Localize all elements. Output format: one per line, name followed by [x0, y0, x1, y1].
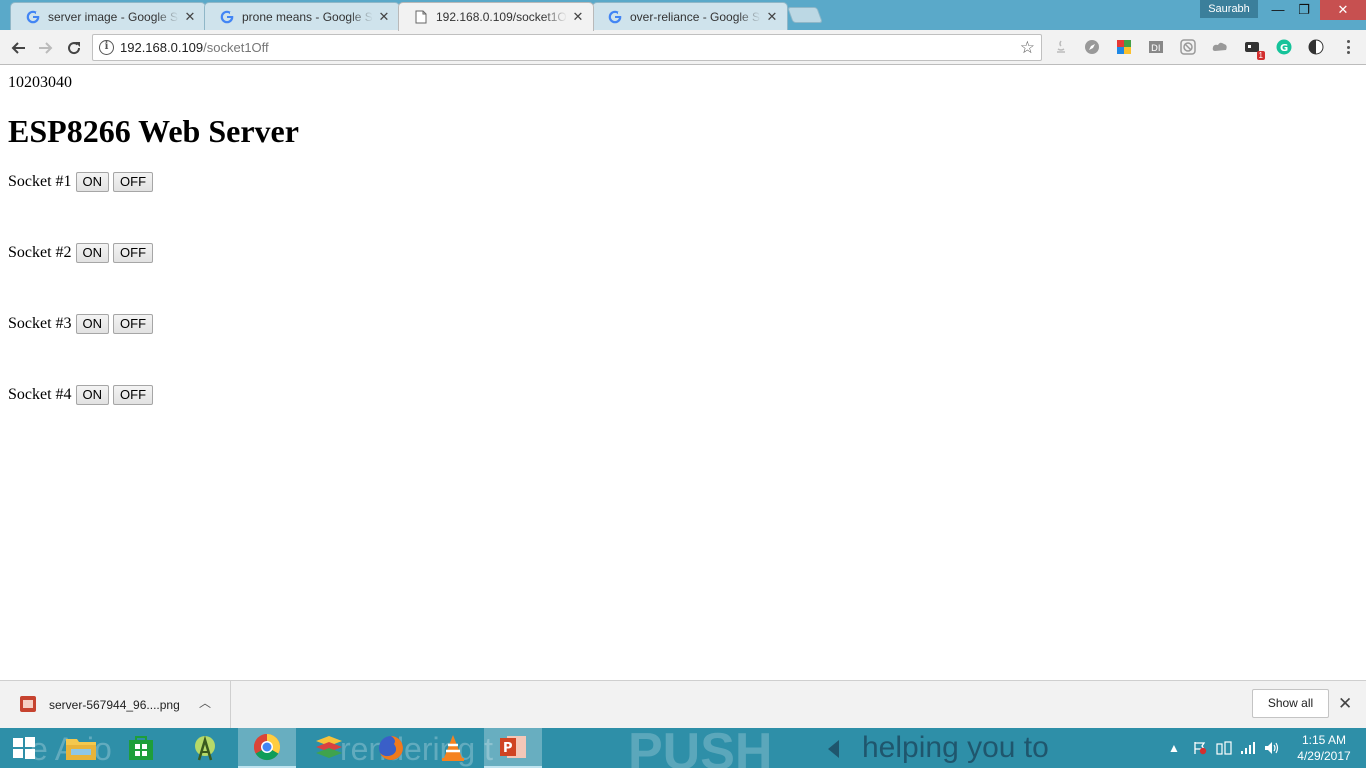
action-center-flag-icon[interactable]: [1190, 728, 1210, 768]
volume-icon[interactable]: [1262, 728, 1282, 768]
wallpaper-arrow: [828, 740, 839, 758]
address-bar[interactable]: i 192.168.0.109/socket1Off ☆: [92, 34, 1042, 61]
socket-row: Socket #2 ON OFF: [8, 242, 157, 264]
tiles-extension-icon[interactable]: [1115, 38, 1133, 56]
taskbar-clock[interactable]: 1:15 AM 4/29/2017: [1292, 732, 1356, 764]
download-shelf: server-567944_96....png ︿ Show all ✕: [0, 680, 1366, 728]
powerpoint-icon[interactable]: P: [484, 728, 542, 768]
download-item[interactable]: server-567944_96....png ︿: [0, 681, 231, 728]
store-icon[interactable]: [112, 728, 170, 768]
url-text[interactable]: 192.168.0.109/socket1Off: [120, 40, 269, 55]
image-file-icon: [20, 696, 36, 712]
new-tab-button[interactable]: [787, 7, 823, 23]
socket-1-on-button[interactable]: ON: [75, 172, 110, 192]
socket-row: Socket #4 ON OFF: [8, 384, 157, 406]
contrast-extension-icon[interactable]: [1307, 38, 1325, 56]
java-extension-icon[interactable]: [1052, 38, 1070, 56]
socket-label: Socket #4: [8, 386, 72, 403]
info-icon[interactable]: i: [99, 40, 114, 55]
vlc-icon[interactable]: [424, 728, 482, 768]
google-g-icon: [25, 9, 41, 25]
tab-over-reliance[interactable]: over-reliance - Google Se ✕: [592, 2, 788, 30]
chrome-menu-icon[interactable]: [1342, 39, 1354, 55]
chevron-up-icon[interactable]: ︿: [199, 694, 211, 711]
socket-4-on-button[interactable]: ON: [75, 385, 110, 405]
tab-label: over-reliance - Google Se: [630, 9, 761, 24]
browser-toolbar: i 192.168.0.109/socket1Off ☆ DI 1 G: [0, 30, 1366, 65]
profile-button[interactable]: Saurabh: [1200, 0, 1258, 18]
restore-icon[interactable]: ❐: [1290, 0, 1318, 20]
dark-reader-extension-icon[interactable]: DI: [1147, 38, 1165, 56]
svg-text:DI: DI: [1151, 44, 1161, 54]
minimize-icon[interactable]: —: [1264, 0, 1292, 20]
socket-2-on-button[interactable]: ON: [75, 243, 110, 263]
socket-3-off-button[interactable]: OFF: [113, 314, 154, 334]
socket-2-off-button[interactable]: OFF: [113, 243, 154, 263]
wallpaper-text: PUSH: [628, 728, 773, 768]
tab-server-image[interactable]: server image - Google Se ✕: [10, 2, 206, 30]
show-all-button[interactable]: Show all: [1252, 689, 1329, 718]
chrome-icon[interactable]: [238, 728, 296, 768]
tab-close-icon[interactable]: ✕: [765, 9, 779, 24]
tab-close-icon[interactable]: ✕: [571, 10, 585, 24]
tray-chevron-up-icon[interactable]: ▲: [1166, 728, 1182, 768]
android-studio-icon[interactable]: [176, 728, 234, 768]
browser-title-bar: server image - Google Se ✕ prone means -…: [0, 0, 1366, 31]
google-g-icon: [219, 9, 235, 25]
tab-label: 192.168.0.109/socket1Off: [436, 10, 567, 24]
compass-extension-icon[interactable]: [1083, 38, 1101, 56]
close-shelf-icon[interactable]: ✕: [1338, 694, 1352, 714]
windows-taskbar: e Ario rendering t PUSH helping you to P…: [0, 728, 1366, 768]
wallpaper-text: helping you to: [862, 731, 1049, 764]
windows-start-icon[interactable]: [0, 728, 48, 768]
tab-socket1off[interactable]: 192.168.0.109/socket1Off ✕: [398, 2, 594, 31]
bookmark-star-icon[interactable]: ☆: [1020, 38, 1035, 57]
tab-close-icon[interactable]: ✕: [183, 9, 197, 24]
web-page: 10203040 ESP8266 Web Server Socket #1 ON…: [0, 66, 1366, 680]
svg-text:G: G: [1280, 43, 1288, 54]
google-g-icon: [607, 9, 623, 25]
tab-prone-means[interactable]: prone means - Google Se ✕: [204, 2, 400, 30]
network-devices-icon[interactable]: [1214, 728, 1234, 768]
page-icon: [413, 9, 429, 25]
tab-label: prone means - Google Se: [242, 9, 373, 24]
socket-row: Socket #3 ON OFF: [8, 313, 157, 335]
file-explorer-icon[interactable]: [52, 728, 110, 768]
socket-1-off-button[interactable]: OFF: [113, 172, 154, 192]
bluestacks-icon[interactable]: [300, 728, 358, 768]
socket-row: Socket #1 ON OFF: [8, 171, 157, 193]
socket-4-off-button[interactable]: OFF: [113, 385, 154, 405]
page-title: ESP8266 Web Server: [8, 113, 299, 149]
grammarly-icon[interactable]: G: [1275, 38, 1293, 56]
counter-text: 10203040: [8, 74, 72, 91]
socket-3-on-button[interactable]: ON: [75, 314, 110, 334]
socket-label: Socket #1: [8, 173, 72, 190]
back-arrow-icon[interactable]: [7, 37, 29, 59]
cloud-extension-icon[interactable]: [1211, 38, 1229, 56]
window-close-icon[interactable]: ✕: [1320, 0, 1366, 20]
firefox-icon[interactable]: [362, 728, 420, 768]
extension-badge: 1: [1256, 51, 1265, 60]
forward-arrow-icon[interactable]: [35, 37, 57, 59]
game-extension-icon[interactable]: 1: [1243, 38, 1265, 60]
clock-time: 1:15 AM: [1301, 733, 1347, 747]
socket-label: Socket #3: [8, 315, 72, 332]
blocker-extension-icon[interactable]: [1179, 38, 1197, 56]
tab-close-icon[interactable]: ✕: [377, 9, 391, 24]
socket-label: Socket #2: [8, 244, 72, 261]
download-file-name: server-567944_96....png: [49, 698, 180, 712]
reload-icon[interactable]: [63, 37, 85, 59]
signal-strength-icon[interactable]: [1238, 728, 1258, 768]
tab-label: server image - Google Se: [48, 9, 179, 24]
clock-date: 4/29/2017: [1297, 749, 1351, 763]
svg-text:P: P: [503, 741, 513, 756]
